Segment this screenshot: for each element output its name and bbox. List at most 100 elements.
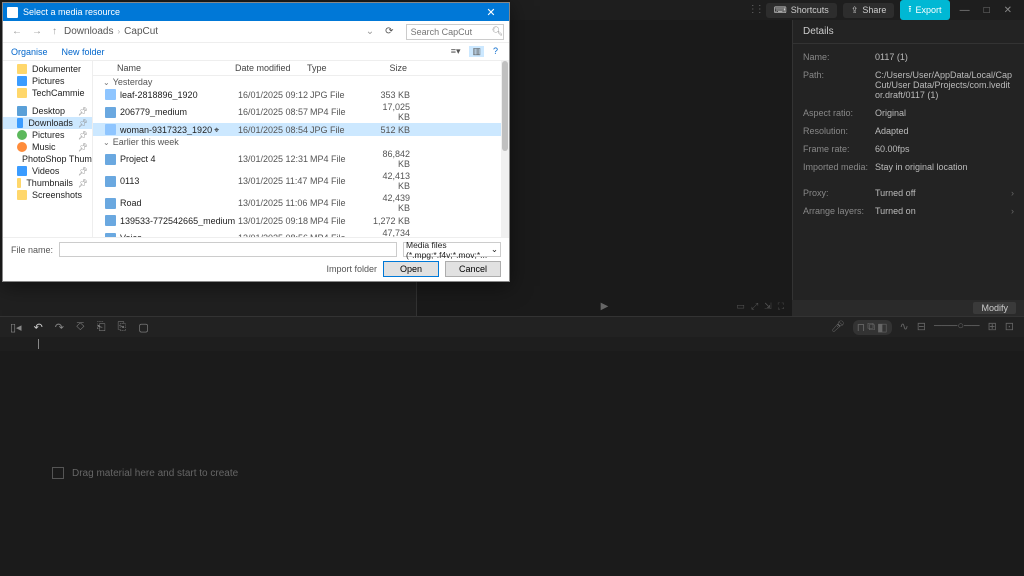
preview-collapse-icon[interactable]: ⇲ [764, 301, 772, 312]
zoom-slider[interactable]: ───○── [934, 320, 980, 335]
export-label: Export [916, 5, 942, 15]
nav-back-icon[interactable]: ← [9, 26, 25, 37]
preview-ratio-icon[interactable]: ▭ [736, 301, 745, 312]
sidebar-item-pictures[interactable]: Pictures [3, 75, 92, 87]
view-mode-icon[interactable]: ≡▾ [448, 46, 464, 57]
pin-icon[interactable]: 📌︎ [78, 167, 88, 176]
dialog-titlebar[interactable]: Select a media resource ✕ [3, 3, 509, 21]
sidebar-item-videos[interactable]: Videos📌︎ [3, 165, 92, 177]
file-type-filter[interactable]: Media files (*.mpg;*.f4v;*.mov;*...⌄ [403, 242, 501, 257]
sidebar-item-downloads[interactable]: Downloads📌︎ [3, 117, 92, 129]
filename-input[interactable] [59, 242, 397, 257]
undo-icon[interactable]: ↶ [34, 321, 43, 334]
zoom-in-icon[interactable]: ⊞ [988, 320, 997, 335]
pin-icon[interactable]: 📌︎ [78, 143, 88, 152]
playhead-icon[interactable] [38, 339, 39, 349]
dialog-footer: File name: Media files (*.mpg;*.f4v;*.mo… [3, 237, 509, 281]
file-row[interactable]: 139533-772542665_medium13/01/2025 09:18M… [93, 214, 509, 227]
scrollbar-thumb[interactable] [502, 61, 508, 151]
dialog-close-icon[interactable]: ✕ [477, 6, 505, 19]
link-icon[interactable]: ⧉ [867, 321, 875, 334]
crumb-capcut[interactable]: CapCut [124, 26, 158, 37]
pin-icon[interactable]: 📌︎ [78, 119, 88, 128]
file-row[interactable]: Road13/01/2025 11:06MP4 File42,439 KB [93, 192, 509, 214]
preview-snap-icon[interactable]: ◧ [877, 321, 887, 334]
pin-icon[interactable]: 📌︎ [78, 179, 88, 188]
magnet-icon[interactable]: ⊓ [857, 321, 866, 334]
file-row[interactable]: 011313/01/2025 11:47MP4 File42,413 KB [93, 170, 509, 192]
play-icon[interactable]: ▶ [601, 301, 609, 312]
video-file-icon [105, 154, 116, 165]
dialog-toolbar: Organise New folder ≡▾ ▥ ? [3, 43, 509, 61]
new-folder-button[interactable]: New folder [62, 47, 105, 57]
dialog-sidebar: Dokumenter Pictures TechCammie Desktop📌︎… [3, 61, 93, 237]
group-earlier[interactable]: ⌄Earlier this week [93, 136, 509, 148]
nav-forward-icon[interactable]: → [29, 26, 45, 37]
split-icon[interactable]: ⎏ [76, 321, 85, 334]
group-yesterday[interactable]: ⌄Yesterday [93, 76, 509, 88]
sidebar-item-techcammie[interactable]: TechCammie [3, 87, 92, 99]
cancel-button[interactable]: Cancel [445, 261, 501, 277]
timeline-ruler[interactable] [0, 337, 1024, 351]
column-headers[interactable]: Name Date modified Type Size [93, 61, 509, 76]
details-pane-icon[interactable]: ▥ [469, 46, 484, 57]
delete-right-icon[interactable]: ⎘ [118, 321, 127, 334]
chevron-right-icon: › [117, 27, 120, 36]
file-row[interactable]: 206779_medium16/01/2025 08:57MP4 File17,… [93, 101, 509, 123]
import-folder-button[interactable]: Import folder [326, 264, 377, 274]
sidebar-item-dokumenter[interactable]: Dokumenter [3, 63, 92, 75]
sidebar-item-thumbnails[interactable]: Thumbnails📌︎ [3, 177, 92, 189]
pin-icon[interactable]: 📌︎ [78, 107, 88, 116]
modify-button[interactable]: Modify [973, 302, 1016, 314]
open-button[interactable]: Open [383, 261, 439, 277]
file-row-selected[interactable]: woman-9317323_1920⌖16/01/2025 08:54JPG F… [93, 123, 509, 136]
timeline-tracks[interactable]: Drag material here and start to create [0, 351, 1024, 551]
share-button[interactable]: ⇪Share [843, 3, 895, 18]
search-input[interactable] [406, 24, 504, 40]
preview-scale-icon[interactable]: ⤢ [751, 301, 758, 312]
organise-button[interactable]: Organise [11, 47, 48, 57]
mic-icon[interactable]: 🎤︎ [831, 320, 845, 335]
col-size[interactable]: Size [365, 63, 417, 73]
file-row[interactable]: leaf-2818896_192016/01/2025 09:12JPG Fil… [93, 88, 509, 101]
crumb-downloads[interactable]: Downloads [64, 26, 113, 37]
help-icon[interactable]: ? [490, 46, 501, 57]
close-icon[interactable]: ✕ [1000, 5, 1016, 16]
col-name[interactable]: Name [117, 63, 235, 73]
preview-fullscreen-icon[interactable]: ⛶ [778, 301, 784, 312]
selection-tool-icon[interactable]: ▯◂ [10, 321, 22, 334]
sidebar-item-pictures2[interactable]: Pictures📌︎ [3, 129, 92, 141]
minimize-icon[interactable]: — [956, 5, 974, 16]
zoom-fit-icon[interactable]: ⊡ [1005, 320, 1014, 335]
delete-icon[interactable]: ▢ [138, 321, 148, 334]
zoom-out-icon[interactable]: ⊟ [917, 320, 926, 335]
detail-res-key: Resolution: [803, 126, 875, 136]
menu-grip-icon[interactable] [748, 4, 760, 16]
breadcrumb[interactable]: Downloads › CapCut [64, 26, 359, 37]
refresh-icon[interactable]: ⟳ [381, 26, 397, 37]
track-adjust-icon[interactable]: ∿ [900, 320, 909, 335]
delete-left-icon[interactable]: ⎗ [97, 321, 106, 334]
nav-up-icon[interactable]: ↑ [49, 26, 60, 37]
sidebar-item-music[interactable]: Music📌︎ [3, 141, 92, 153]
redo-icon[interactable]: ↷ [55, 321, 64, 334]
search-icon: 🔍︎ [492, 26, 503, 37]
export-button[interactable]: ⭱Export [900, 0, 949, 20]
detail-fps-key: Frame rate: [803, 144, 875, 154]
add-media-icon [52, 467, 64, 479]
dialog-nav: ← → ↑ Downloads › CapCut ⌄ ⟳ 🔍︎ [3, 21, 509, 43]
sidebar-item-desktop[interactable]: Desktop📌︎ [3, 105, 92, 117]
col-date[interactable]: Date modified [235, 63, 307, 73]
crumb-dropdown-icon[interactable]: ⌄ [363, 26, 377, 37]
pin-icon[interactable]: 📌︎ [78, 131, 88, 140]
maximize-icon[interactable]: □ [980, 5, 994, 16]
sidebar-item-screenshots[interactable]: Screenshots [3, 189, 92, 201]
col-type[interactable]: Type [307, 63, 365, 73]
file-row[interactable]: Voice13/01/2025 08:56MP4 File47,734 KB [93, 227, 509, 237]
file-row[interactable]: Project 413/01/2025 12:31MP4 File86,842 … [93, 148, 509, 170]
shortcuts-button[interactable]: ⌨Shortcuts [766, 3, 837, 18]
scrollbar[interactable] [501, 61, 509, 237]
sidebar-item-photoshop[interactable]: PhotoShop Thumb...📌︎ [3, 153, 92, 165]
folder-icon [17, 190, 27, 200]
detail-aspect-key: Aspect ratio: [803, 108, 875, 118]
